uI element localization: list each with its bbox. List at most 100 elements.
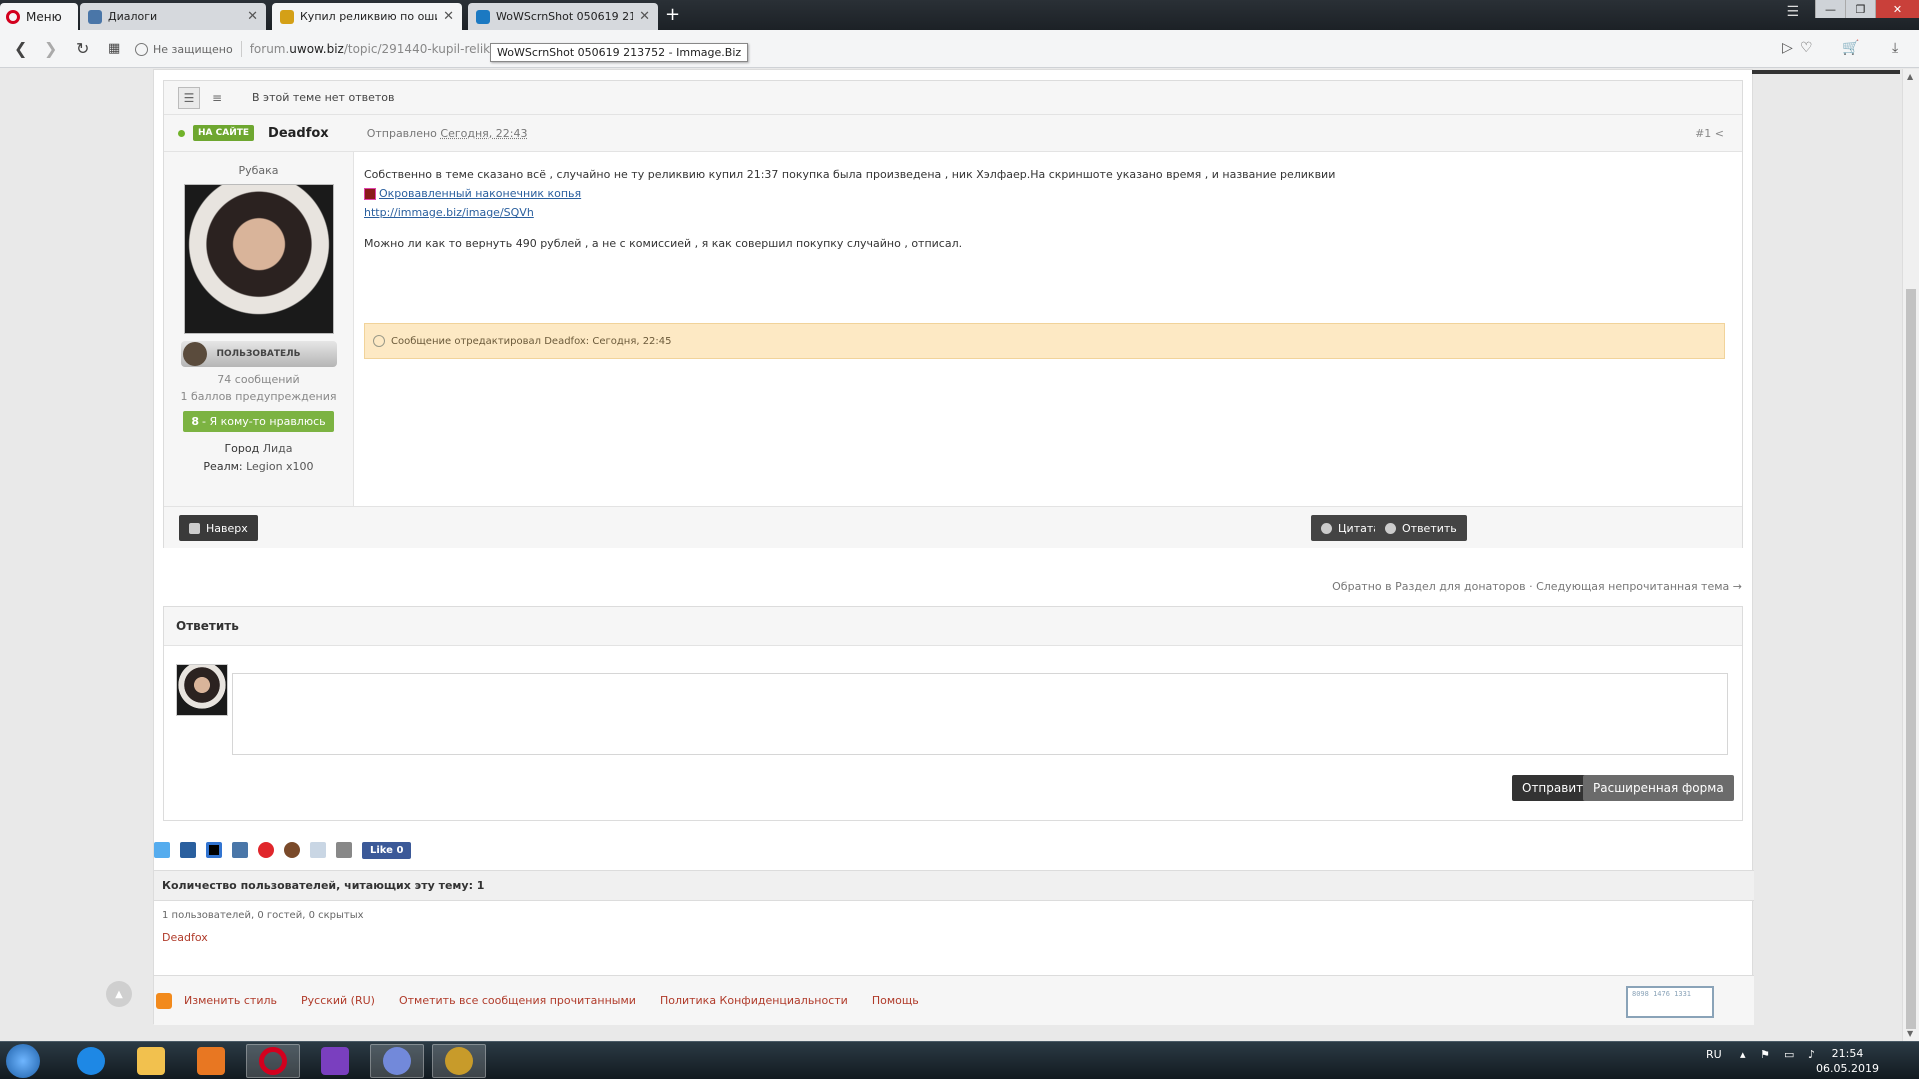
tab-close-icon[interactable]: ✕ [639, 9, 650, 24]
scroll-top-icon[interactable]: ▲ [106, 981, 132, 1007]
window-controls: — ❐ ✕ [1815, 0, 1919, 18]
volume-icon[interactable]: ♪ [1808, 1048, 1815, 1061]
page-scrollbar[interactable]: ▲ ▼ [1902, 69, 1919, 1041]
facebook-like-button[interactable]: Like 0 [362, 841, 412, 859]
profile-field-city: Город Лида [224, 442, 293, 455]
taskbar-media[interactable] [184, 1044, 238, 1078]
relic-link[interactable]: Окровавленный наконечник копья [379, 187, 581, 200]
forum-favicon-icon [280, 9, 294, 24]
taskbar-discord[interactable] [370, 1044, 424, 1078]
tab-close-icon[interactable]: ✕ [443, 9, 454, 24]
visual-studio-icon [321, 1047, 349, 1075]
send-to-flow-icon[interactable]: ▷ [1782, 40, 1793, 56]
readers-summary: 1 пользователей, 0 гостей, 0 скрытых [162, 910, 364, 921]
forward-icon[interactable]: ❯ [44, 39, 57, 58]
footer-link-mark-read[interactable]: Отметить все сообщения прочитанными [399, 994, 636, 1007]
maximize-icon[interactable]: ❐ [1845, 0, 1875, 18]
footer-link-privacy[interactable]: Политика Конфиденциальности [660, 994, 848, 1007]
relic-item-icon [364, 188, 376, 200]
globe-icon [135, 42, 148, 56]
quick-reply: Ответить Отправить Расширенная форма [163, 606, 1743, 821]
taskbar-explorer[interactable] [124, 1044, 178, 1078]
world-of-warcraft-icon [445, 1047, 473, 1075]
twitter-icon[interactable] [154, 842, 170, 858]
opera-logo-icon [6, 9, 20, 24]
flag-icon[interactable]: ⚑ [1760, 1048, 1770, 1061]
tab-close-icon[interactable]: ✕ [247, 9, 258, 24]
screenshot-link[interactable]: http://immage.biz/image/SQVh [364, 206, 534, 219]
reload-icon[interactable]: ↻ [76, 39, 89, 58]
forum-content: ☰ ≡ В этой теме нет ответов НА САЙТЕ Dea… [153, 69, 1900, 1025]
opera-icon [259, 1047, 287, 1075]
tab-dialogs[interactable]: Диалоги ✕ [80, 3, 266, 30]
advanced-form-button[interactable]: Расширенная форма [1583, 775, 1734, 801]
taskbar-ie[interactable] [64, 1044, 118, 1078]
browser-tab-bar: Меню Диалоги ✕ Купил реликвию по ошибке … [0, 0, 1919, 30]
footer-link-help[interactable]: Помощь [872, 994, 919, 1007]
mail-ru-icon[interactable] [258, 842, 274, 858]
digg-icon[interactable] [180, 842, 196, 858]
back-icon[interactable]: ❮ [14, 39, 27, 58]
vk-icon[interactable] [232, 842, 248, 858]
my-avatar [176, 664, 228, 716]
scroll-down-icon[interactable]: ▼ [1907, 1029, 1913, 1038]
edit-icon [373, 335, 385, 347]
cart-icon[interactable]: 🛒 [1842, 40, 1859, 56]
minimize-icon[interactable]: — [1815, 0, 1845, 18]
back-to-section-link[interactable]: Обратно в Раздел для донаторов [1332, 580, 1525, 593]
taskbar-wow[interactable] [432, 1044, 486, 1078]
close-window-icon[interactable]: ✕ [1875, 0, 1919, 18]
reply-textarea[interactable] [232, 673, 1728, 755]
share-icon[interactable]: < [1715, 127, 1724, 140]
tab-forum-topic[interactable]: Купил реликвию по ошибке ✕ [272, 3, 462, 30]
post-count: 74 сообщений [217, 373, 300, 386]
post-number-link[interactable]: #1 < [1695, 127, 1724, 140]
system-clock[interactable]: 21:54 06.05.2019 [1816, 1046, 1879, 1076]
visitor-counter[interactable]: 8098 1476 1331 [1626, 986, 1714, 1018]
readers-heading: Количество пользователей, читающих эту т… [154, 871, 1754, 901]
start-button-icon[interactable] [6, 1044, 40, 1078]
new-tab-button[interactable]: + [665, 4, 680, 25]
odnoklassniki-icon[interactable] [284, 842, 300, 858]
tray-expand-icon[interactable]: ▴ [1740, 1048, 1746, 1061]
speed-dial-icon[interactable]: ▦ [108, 41, 120, 56]
scroll-up-icon[interactable]: ▲ [1907, 72, 1913, 81]
reader-user-link[interactable]: Deadfox [154, 921, 1754, 944]
author-name-link[interactable]: Deadfox [268, 126, 329, 141]
footer-link-style[interactable]: Изменить стиль [184, 994, 277, 1007]
view-list-icon[interactable]: ≡ [206, 87, 228, 109]
post-author-bar: НА САЙТЕ Deadfox Отправлено Сегодня, 22:… [164, 115, 1742, 152]
back-to-top-button[interactable]: Наверх [179, 515, 258, 541]
language-indicator[interactable]: RU [1706, 1048, 1722, 1061]
online-dot-icon [178, 129, 185, 137]
discord-icon [383, 1047, 411, 1075]
network-icon[interactable]: ▭ [1784, 1048, 1794, 1061]
view-full-icon[interactable]: ☰ [178, 86, 200, 109]
next-unread-link[interactable]: Следующая непрочитанная тема → [1536, 580, 1742, 593]
opera-menu-button[interactable]: Меню [0, 3, 78, 30]
topic-navigation: Обратно в Раздел для донаторов · Следующ… [1332, 580, 1742, 593]
topic-view-bar: ☰ ≡ В этой теме нет ответов [164, 81, 1742, 115]
profile-field-realm: Реалм: Legion x100 [203, 460, 314, 473]
email-icon[interactable] [310, 842, 326, 858]
bookmark-heart-icon[interactable]: ♡ [1800, 40, 1813, 56]
taskbar-visual-studio[interactable] [308, 1044, 362, 1078]
reputation-badge: 8- Я кому-то нравлюсь [183, 411, 334, 432]
url-field[interactable]: Не защищено forum.uwow.biz/topic/291440-… [135, 36, 1795, 62]
media-player-icon [197, 1047, 225, 1075]
reply-button[interactable]: Ответить [1375, 515, 1467, 541]
footer-link-language[interactable]: Русский (RU) [301, 994, 375, 1007]
rss-icon[interactable] [156, 992, 172, 1009]
post-date: Отправлено Сегодня, 22:43 [366, 126, 528, 140]
quick-reply-title: Ответить [164, 607, 1742, 646]
tab-image-biz[interactable]: WoWScrnShot 050619 213752 ✕ [468, 3, 658, 30]
tab-menu-icon[interactable]: ☰ [1786, 4, 1799, 20]
delicious-icon[interactable] [206, 842, 222, 858]
download-icon[interactable]: ⤓ [1892, 40, 1898, 56]
scroll-thumb[interactable] [1906, 289, 1916, 1029]
print-icon[interactable] [336, 842, 352, 858]
avatar[interactable] [183, 184, 334, 334]
security-indicator[interactable]: Не защищено [135, 42, 233, 56]
edit-notice: Сообщение отредактировал Deadfox: Сегодн… [364, 323, 1725, 359]
taskbar-opera[interactable] [246, 1044, 300, 1078]
